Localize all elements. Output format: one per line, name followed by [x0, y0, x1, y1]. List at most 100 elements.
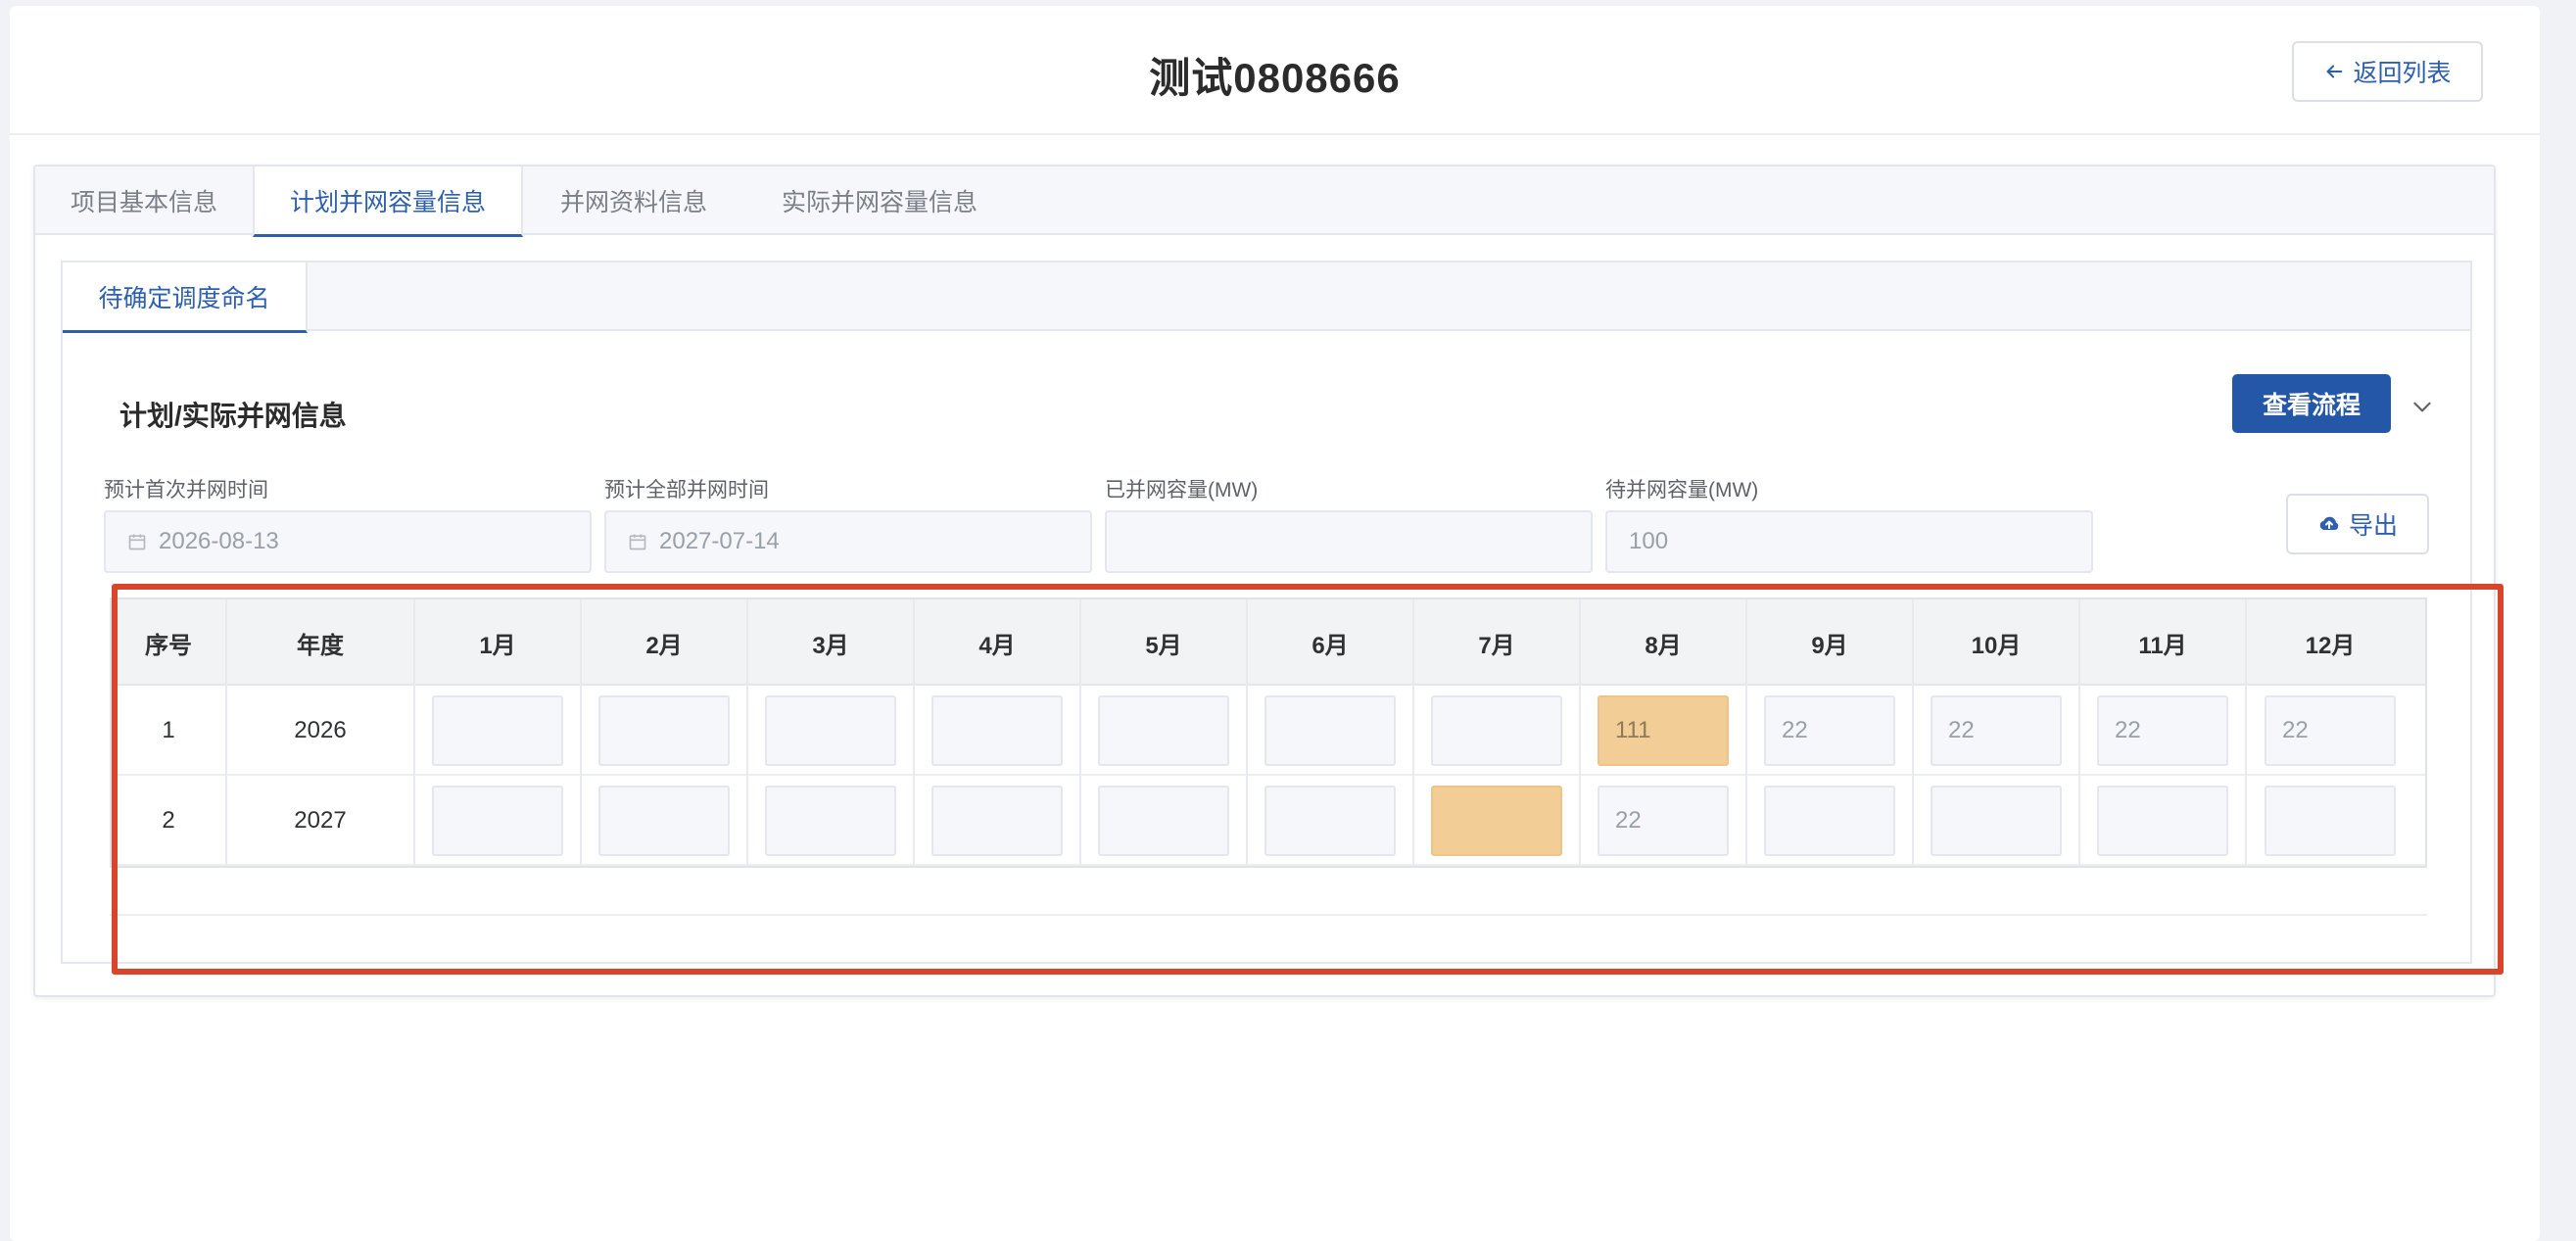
pending-capacity-field[interactable]: 100 — [1605, 510, 2093, 573]
inner-tabs: 待确定调度命名 — [63, 263, 2470, 333]
month-cell — [915, 776, 1081, 866]
table-header-row: 序号 年度 1月 2月 3月 4月 5月 6月 7月 8月 9月 10月 11月 12月 — [112, 599, 2425, 686]
field-label-pending-capacity: 待并网容量(MW) — [1605, 479, 1759, 501]
month-cell — [582, 776, 748, 866]
connected-capacity-field[interactable] — [1105, 510, 1593, 573]
detail-card: 项目基本信息 计划并网容量信息 并网资料信息 实际并网容量信息 待确定调度命名 … — [33, 165, 2496, 997]
full-grid-time-field[interactable]: 2027-07-14 — [604, 510, 1092, 573]
pending-capacity-value: 100 — [1629, 528, 1669, 554]
table-header-cell: 11月 — [2080, 599, 2247, 686]
first-grid-time-value: 2026-08-13 — [159, 528, 279, 554]
table-header-cell: 10月 — [1914, 599, 2080, 686]
month-capacity-input[interactable] — [2265, 786, 2396, 856]
month-cell — [1248, 776, 1414, 866]
month-capacity-input[interactable] — [1431, 786, 1562, 856]
page-title: 测试0808666 — [1149, 55, 1401, 101]
month-capacity-input[interactable] — [1098, 695, 1229, 766]
month-capacity-input[interactable] — [432, 786, 563, 856]
month-capacity-input[interactable] — [931, 695, 1063, 766]
month-cell — [1414, 686, 1581, 776]
month-capacity-input[interactable] — [1931, 786, 2062, 856]
field-label-connected-capacity: 已并网容量(MW) — [1105, 479, 1259, 501]
month-capacity-input[interactable]: 22 — [1598, 786, 1729, 856]
month-cell: 22 — [2247, 686, 2413, 776]
section-title: 计划/实际并网信息 — [119, 401, 347, 431]
export-button[interactable]: 导出 — [2286, 494, 2429, 554]
tab-grid-documents-info[interactable]: 并网资料信息 — [523, 167, 744, 235]
row-index-cell: 2 — [112, 776, 227, 866]
month-capacity-input[interactable] — [1764, 786, 1895, 856]
field-label-first-grid-time: 预计首次并网时间 — [104, 479, 268, 501]
table-row: 2 2027 22 — [112, 776, 2425, 866]
back-to-list-button[interactable]: 返回列表 — [2292, 41, 2483, 102]
month-capacity-input[interactable]: 22 — [1931, 695, 2062, 766]
month-capacity-input[interactable] — [598, 695, 730, 766]
main-tabs: 项目基本信息 计划并网容量信息 并网资料信息 实际并网容量信息 — [35, 167, 2494, 237]
month-capacity-input[interactable] — [2097, 786, 2228, 856]
month-capacity-input[interactable] — [1431, 695, 1562, 766]
month-capacity-input[interactable] — [1264, 695, 1396, 766]
table-header-cell: 1月 — [415, 599, 582, 686]
month-capacity-input[interactable] — [765, 695, 896, 766]
month-cell — [748, 776, 915, 866]
back-to-list-label: 返回列表 — [2353, 60, 2452, 87]
month-cell — [1747, 776, 1914, 866]
calendar-icon — [629, 534, 646, 550]
table-header-cell: 4月 — [915, 599, 1081, 686]
page-header: 测试0808666 返回列表 — [10, 6, 2540, 135]
month-cell — [1414, 776, 1581, 866]
month-cell — [915, 686, 1081, 776]
tab-planned-capacity-info[interactable]: 计划并网容量信息 — [253, 167, 523, 237]
month-cell — [1081, 776, 1248, 866]
table-header-cell: 3月 — [748, 599, 915, 686]
month-capacity-input[interactable] — [1098, 786, 1229, 856]
table-header-cell: 序号 — [112, 599, 227, 686]
month-cell — [415, 776, 582, 866]
full-grid-time-value: 2027-07-14 — [659, 528, 780, 554]
month-capacity-input[interactable]: 22 — [1764, 695, 1895, 766]
month-cell — [1081, 686, 1248, 776]
tab-actual-capacity-info[interactable]: 实际并网容量信息 — [744, 167, 1015, 235]
month-capacity-input[interactable] — [598, 786, 730, 856]
table-header-cell: 7月 — [1414, 599, 1581, 686]
month-capacity-input[interactable]: 22 — [2265, 695, 2396, 766]
month-cell — [415, 686, 582, 776]
month-cell — [748, 686, 915, 776]
month-cell — [1248, 686, 1414, 776]
table-header-cell: 8月 — [1581, 599, 1747, 686]
row-year-cell: 2026 — [227, 686, 415, 776]
month-cell: 111 — [1581, 686, 1747, 776]
table-header-cell: 6月 — [1248, 599, 1414, 686]
table-header-cell: 年度 — [227, 599, 415, 686]
dispatch-panel: 待确定调度命名 计划/实际并网信息 查看流程 预计首次并网时间 2026-08-… — [61, 261, 2472, 964]
row-year-cell: 2027 — [227, 776, 415, 866]
cloud-upload-icon — [2319, 516, 2339, 530]
first-grid-time-field[interactable]: 2026-08-13 — [104, 510, 592, 573]
month-capacity-input[interactable] — [432, 695, 563, 766]
month-capacity-input[interactable] — [765, 786, 896, 856]
month-cell — [2080, 776, 2247, 866]
view-process-button[interactable]: 查看流程 — [2232, 374, 2391, 433]
month-cell: 22 — [1914, 686, 2080, 776]
table-row: 1 2026 111 22 22 22 22 — [112, 686, 2425, 776]
month-capacity-input[interactable]: 111 — [1598, 695, 1729, 766]
month-capacity-input[interactable] — [931, 786, 1063, 856]
chevron-down-icon[interactable] — [2409, 394, 2435, 419]
month-capacity-input[interactable]: 22 — [2097, 695, 2228, 766]
table-header-cell: 2月 — [582, 599, 748, 686]
month-capacity-input[interactable] — [1264, 786, 1396, 856]
month-cell: 22 — [1747, 686, 1914, 776]
month-cell: 22 — [2080, 686, 2247, 776]
tab-pending-dispatch-name[interactable]: 待确定调度命名 — [63, 263, 308, 333]
month-cell: 22 — [1581, 776, 1747, 866]
calendar-icon — [128, 534, 146, 550]
row-index-cell: 1 — [112, 686, 227, 776]
month-cell — [2247, 776, 2413, 866]
table-footer-divider — [110, 914, 2427, 916]
month-cell — [582, 686, 748, 776]
arrow-left-icon — [2327, 65, 2343, 78]
table-header-cell: 9月 — [1747, 599, 1914, 686]
tab-project-basic-info[interactable]: 项目基本信息 — [35, 167, 253, 235]
table-header-cell: 5月 — [1081, 599, 1248, 686]
field-label-full-grid-time: 预计全部并网时间 — [604, 479, 769, 501]
